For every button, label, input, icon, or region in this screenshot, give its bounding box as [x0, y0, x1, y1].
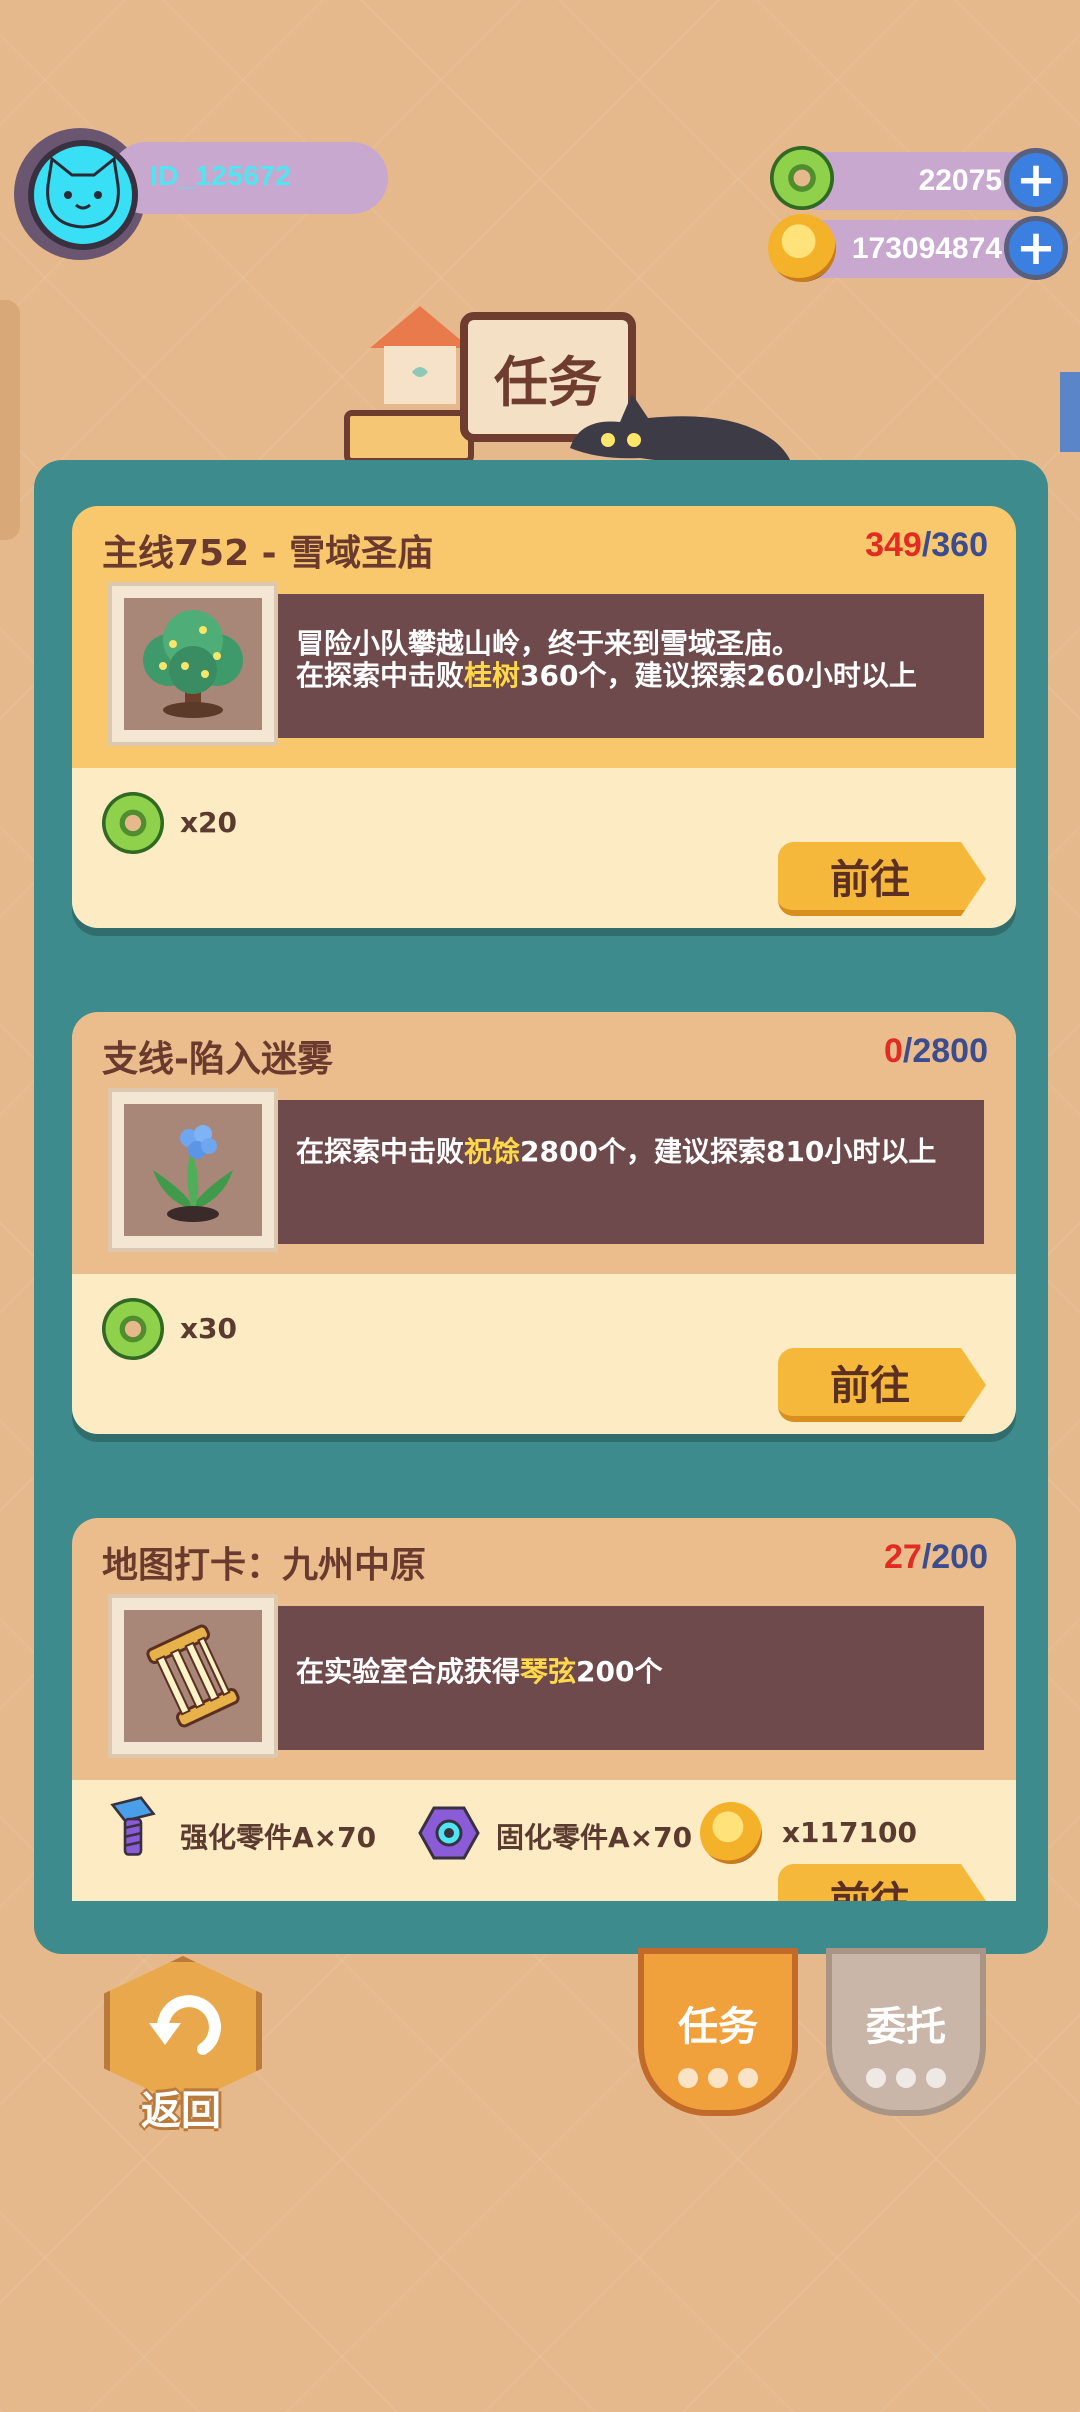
user-id: ID_125672	[150, 160, 292, 191]
add-currency-2-button[interactable]: +	[1004, 216, 1068, 280]
books-decoration	[344, 410, 474, 464]
avatar[interactable]	[28, 140, 138, 250]
task-card: 支线-陷入迷雾 0/2800 在探索中击败祝馀2800个，建议探索810小时以上…	[72, 1012, 1016, 1434]
reward-label: 固化零件A×70	[496, 1821, 693, 1854]
task-card: 地图打卡：九州中原 27/200 在实验室合成获得琴弦200个 强化零件A×70…	[72, 1518, 1016, 1901]
task-thumbnail	[108, 582, 278, 746]
currency-1-value: 22075	[918, 164, 1002, 197]
add-currency-1-button[interactable]: +	[1004, 148, 1068, 212]
task-thumbnail	[108, 1088, 278, 1252]
paw-print-icon	[644, 2068, 792, 2088]
osmanthus-tree-icon	[143, 610, 243, 718]
reward-label: 强化零件A×70	[180, 1821, 377, 1854]
blue-flower-plant-icon	[153, 1125, 233, 1222]
task-description-box: 在实验室合成获得琴弦200个	[222, 1606, 984, 1750]
green-donut-icon	[102, 792, 164, 854]
return-arrow-icon	[149, 1995, 221, 2055]
task-title: 支线-陷入迷雾	[102, 1039, 333, 1080]
task-title: 地图打卡：九州中原	[102, 1545, 427, 1586]
tab-commission-label: 委托	[866, 2004, 946, 2050]
reward-label: x117100	[782, 1816, 917, 1849]
hex-nut-icon	[418, 1806, 480, 1860]
task-description-box: 在探索中击败祝馀2800个，建议探索810小时以上	[222, 1100, 984, 1244]
green-donut-icon	[102, 1298, 164, 1360]
tab-commission[interactable]: 委托	[826, 1948, 986, 2116]
back-label: 返回	[141, 2088, 221, 2134]
currency-2-value: 173094874	[851, 232, 1002, 265]
tab-task-label: 任务	[678, 2004, 758, 2050]
go-button[interactable]: 前往	[778, 842, 986, 916]
task-description: 冒险小队攀越山岭，终于来到雪域圣庙。 在探索中击败桂树360个，建议探索260小…	[296, 627, 917, 692]
go-button[interactable]: 前往	[778, 1864, 986, 1901]
paw-print-icon	[832, 2068, 980, 2088]
tab-task[interactable]: 任务	[638, 1948, 798, 2116]
task-card: 主线752 - 雪域圣庙 349/360 冒险小队攀越山岭，终于来到雪域圣庙。 …	[72, 506, 1016, 928]
task-thumbnail	[108, 1594, 278, 1758]
task-progress: 349/360	[865, 526, 988, 564]
task-title: 主线752 - 雪域圣庙	[102, 533, 434, 574]
task-progress: 27/200	[883, 1538, 988, 1576]
side-drawer-handle[interactable]	[0, 300, 20, 540]
task-list[interactable]: 主线752 - 雪域圣庙 349/360 冒险小队攀越山岭，终于来到雪域圣庙。 …	[72, 506, 1016, 1901]
go-button[interactable]: 前往	[778, 1348, 986, 1422]
right-edge-button[interactable]	[1060, 372, 1080, 452]
task-description: 在实验室合成获得琴弦200个	[296, 1655, 663, 1688]
green-donut-icon	[770, 146, 834, 210]
task-description-box: 冒险小队攀越山岭，终于来到雪域圣庙。 在探索中击败桂树360个，建议探索260小…	[222, 594, 984, 738]
lyre-strings-icon	[146, 1624, 240, 1728]
purple-bolt-icon	[110, 1796, 156, 1856]
task-progress: 0/2800	[883, 1032, 988, 1070]
reward-label: x20	[180, 806, 238, 839]
task-description: 在探索中击败祝馀2800个，建议探索810小时以上	[296, 1135, 937, 1168]
reward-label: x30	[180, 1312, 238, 1345]
gold-coin-icon	[700, 1802, 762, 1864]
cat-face-icon	[46, 156, 120, 229]
